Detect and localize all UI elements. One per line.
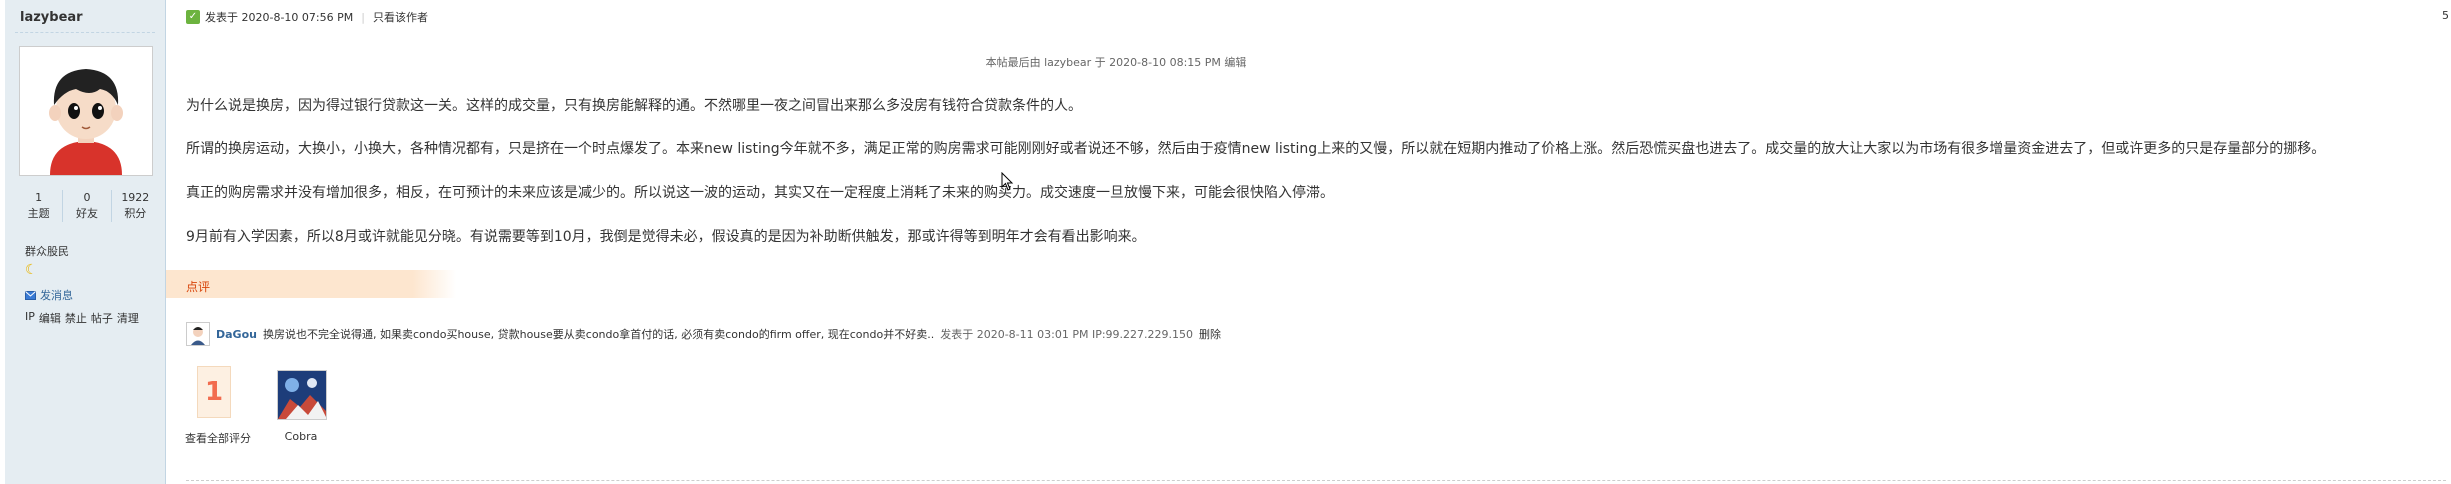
user-panel: lazybear 1 主题 0 好友 1922 积分 群众股民 ☾ 发消息 IP…	[5, 0, 166, 484]
user-rank[interactable]: 群众股民	[25, 243, 69, 259]
mouse-cursor-icon	[1001, 172, 1014, 191]
stat-topics[interactable]: 1 主题	[15, 190, 62, 222]
forum-post: lazybear 1 主题 0 好友 1922 积分 群众股民 ☾ 发消息 IP…	[0, 0, 2451, 484]
rater-avatar[interactable]	[277, 370, 327, 420]
admin-edit-link[interactable]: 编辑	[39, 310, 61, 326]
stat-friends[interactable]: 0 好友	[62, 190, 110, 222]
stat-label: 积分	[124, 207, 147, 220]
rater-name[interactable]: Cobra	[267, 430, 335, 443]
stat-label: 主题	[27, 207, 50, 220]
avatar-image	[20, 47, 152, 175]
delete-comment-link[interactable]: 删除	[1199, 326, 1221, 342]
username-link[interactable]: lazybear	[20, 10, 83, 25]
edit-note: 本帖最后由 lazybear 于 2020-8-10 08:15 PM 编辑	[985, 56, 1247, 69]
floor-number[interactable]: 5	[2442, 9, 2449, 22]
commenter-name[interactable]: DaGou	[216, 328, 257, 341]
view-all-ratings-link[interactable]: 查看全部评分	[178, 430, 258, 446]
stat-points[interactable]: 1922 积分	[110, 190, 159, 222]
divider	[186, 480, 2446, 481]
stat-value: 0	[83, 191, 91, 204]
envelope-icon	[25, 290, 36, 300]
post-paragraph-3: 真正的购房需求并没有增加很多，相反，在可预计的未来应该是减少的。所以说这一波的运…	[186, 185, 1334, 201]
admin-links: IP 编辑 禁止 帖子 清理	[25, 310, 139, 326]
author-only-link[interactable]: 只看该作者	[373, 9, 428, 25]
admin-clean-link[interactable]: 清理	[117, 310, 139, 326]
admin-ip-link[interactable]: IP	[25, 310, 35, 326]
stat-label: 好友	[75, 207, 98, 220]
comment-text: 换房说也不完全说得通, 如果卖condo买house, 贷款house要从卖co…	[262, 328, 935, 341]
post-paragraph-2: 所谓的换房运动，大换小，小换大，各种情况都有，只是挤在一个时点爆发了。本来new…	[186, 141, 2326, 157]
post-paragraph-4: 9月前有入学因素，所以8月或许就能见分晓。有说需要等到10月，我倒是觉得未必，假…	[186, 229, 1146, 245]
moon-icon: ☾	[25, 262, 38, 278]
post-timestamp: 发表于 2020-8-10 07:56 PM	[205, 11, 354, 24]
user-stats: 1 主题 0 好友 1922 积分	[15, 190, 159, 222]
rating-summary[interactable]: 1 查看全部评分	[185, 366, 251, 445]
comment-row: DaGou 换房说也不完全说得通, 如果卖condo买house, 贷款hous…	[186, 322, 1221, 346]
comment-section-title: 点评	[186, 280, 211, 294]
commenter-avatar[interactable]	[186, 322, 210, 346]
online-status-icon: ✓	[186, 10, 200, 24]
avatar-image	[278, 371, 326, 419]
admin-posts-link[interactable]: 帖子	[91, 310, 113, 326]
post-header: ✓ 发表于 2020-8-10 07:56 PM | 只看该作者	[186, 9, 428, 25]
send-message-link[interactable]: 发消息	[25, 287, 73, 303]
stat-value: 1	[35, 191, 43, 204]
comment-meta: 发表于 2020-8-11 03:01 PM IP:99.227.229.150	[940, 328, 1194, 341]
divider: |	[361, 10, 365, 24]
rating-count: 1	[197, 366, 231, 418]
avatar[interactable]	[19, 46, 153, 176]
stat-value: 1922	[121, 191, 150, 204]
admin-ban-link[interactable]: 禁止	[65, 310, 87, 326]
send-message-label: 发消息	[40, 289, 73, 302]
post-paragraph-1: 为什么说是换房，因为得过银行贷款这一关。这样的成交量，只有换房能解释的通。不然哪…	[186, 98, 1082, 114]
avatar-image	[187, 323, 209, 345]
post-content-area: ✓ 发表于 2020-8-10 07:56 PM | 只看该作者 5 本帖最后由…	[166, 0, 2451, 484]
divider	[15, 32, 155, 33]
